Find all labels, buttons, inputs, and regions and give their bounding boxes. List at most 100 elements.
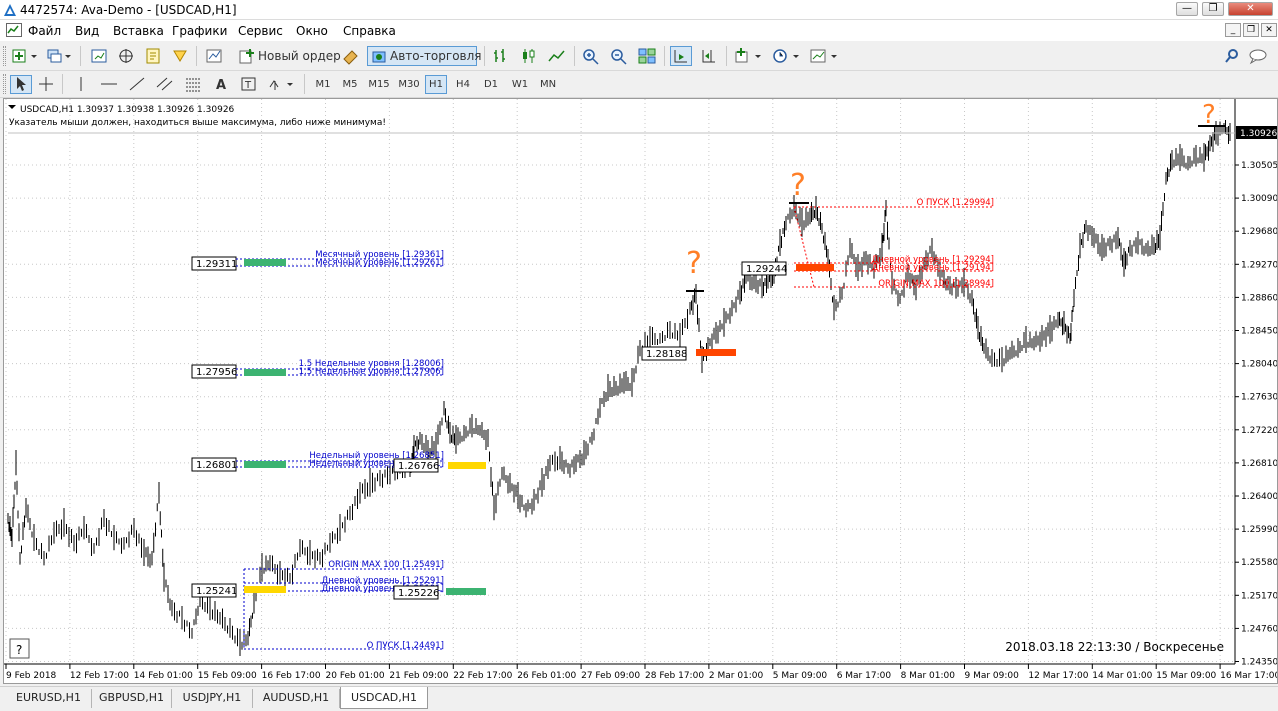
tab-usdjpy[interactable]: USDJPY,H1 bbox=[172, 689, 253, 708]
weekly-1-5-level: 1.27956 1.5 Недельные уровня [1.28006] 1… bbox=[191, 359, 444, 379]
equidistant-channel-icon[interactable] bbox=[154, 75, 176, 94]
tf-mn[interactable]: MN bbox=[535, 75, 561, 94]
tf-h1[interactable]: H1 bbox=[425, 75, 447, 94]
mdi-restore-button[interactable]: ❐ bbox=[1243, 23, 1259, 37]
level-price: 1.26766 bbox=[398, 461, 439, 472]
menu-window[interactable]: Окно bbox=[296, 24, 328, 38]
monthly-level: 1.29311 Месячный уровень [1.29361] Месяч… bbox=[191, 250, 444, 271]
tile-windows-icon[interactable] bbox=[636, 46, 658, 66]
green-zone-bar bbox=[244, 369, 286, 376]
chart-template-icon[interactable] bbox=[203, 46, 229, 66]
auto-trading-label: Авто-торговля bbox=[390, 49, 482, 63]
question-annotation: ? bbox=[1202, 100, 1216, 130]
tab-eurusd[interactable]: EURUSD,H1 bbox=[6, 689, 92, 708]
minimize-button[interactable]: — bbox=[1176, 2, 1198, 16]
tf-h4[interactable]: H4 bbox=[451, 75, 475, 94]
weekly-level: 1.26801 Недельный уровень [1.26851] Неде… bbox=[191, 451, 486, 473]
new-chart-icon[interactable] bbox=[10, 46, 40, 66]
terminal-icon[interactable] bbox=[142, 46, 164, 66]
profiles-icon[interactable] bbox=[44, 46, 74, 66]
help-button-label: ? bbox=[16, 643, 22, 657]
time-axis-label: 5 Mar 09:00 bbox=[773, 671, 828, 681]
standard-toolbar: Новый ордер Авто-торговля bbox=[0, 41, 1278, 71]
app-icon bbox=[4, 4, 16, 16]
price-axis-label: 1.30090 bbox=[1241, 194, 1277, 204]
tester-icon[interactable] bbox=[169, 46, 191, 66]
server-datetime: 2018.03.18 22:13:30 / Воскресенье bbox=[1005, 640, 1224, 654]
text-icon[interactable]: A bbox=[210, 75, 232, 94]
restore-button[interactable]: ❐ bbox=[1202, 2, 1224, 16]
menu-bar: Файл Вид Вставка Графики Сервис Окно Спр… bbox=[0, 20, 1278, 41]
new-order-button[interactable]: Новый ордер bbox=[235, 46, 341, 66]
menu-insert[interactable]: Вставка bbox=[113, 24, 164, 38]
menu-view[interactable]: Вид bbox=[75, 24, 99, 38]
time-axis-label: 28 Feb 17:00 bbox=[645, 671, 704, 681]
metaeditor-icon[interactable] bbox=[340, 46, 362, 66]
level-price: 1.26801 bbox=[196, 460, 237, 471]
mdi-minimize-button[interactable]: _ bbox=[1225, 23, 1241, 37]
time-axis-label: 14 Mar 01:00 bbox=[1092, 671, 1152, 681]
time-axis-label: 26 Feb 01:00 bbox=[517, 671, 576, 681]
tf-d1[interactable]: D1 bbox=[479, 75, 503, 94]
zoom-out-icon[interactable] bbox=[608, 46, 630, 66]
bar-chart-icon[interactable] bbox=[490, 46, 512, 66]
search-icon[interactable] bbox=[1222, 46, 1242, 66]
level-price: 1.29311 bbox=[196, 259, 237, 270]
price-axis-label: 1.24350 bbox=[1241, 658, 1277, 668]
level-label: ORIGIN MAX 100 [1.25491] bbox=[328, 560, 444, 570]
menu-charts[interactable]: Графики bbox=[172, 24, 227, 38]
chat-icon[interactable] bbox=[1247, 46, 1271, 66]
vertical-line-icon[interactable] bbox=[70, 75, 92, 94]
auto-scroll-icon[interactable] bbox=[670, 46, 692, 66]
tab-audusd[interactable]: AUDUSD,H1 bbox=[253, 689, 340, 708]
cursor-icon[interactable] bbox=[10, 75, 32, 94]
time-axis-label: 21 Feb 09:00 bbox=[389, 671, 448, 681]
candlestick-icon[interactable] bbox=[518, 46, 540, 66]
indicators-icon[interactable] bbox=[732, 46, 766, 66]
chart-shift-icon[interactable] bbox=[698, 46, 720, 66]
tf-w1[interactable]: W1 bbox=[507, 75, 533, 94]
toolbar-grip[interactable] bbox=[3, 46, 6, 66]
menu-help[interactable]: Справка bbox=[343, 24, 396, 38]
level-price: 1.27956 bbox=[196, 367, 237, 378]
mdi-close-button[interactable]: ✕ bbox=[1261, 23, 1277, 37]
tf-m1[interactable]: M1 bbox=[311, 75, 335, 94]
templates-icon[interactable] bbox=[808, 46, 842, 66]
price-axis-label: 1.26810 bbox=[1241, 459, 1277, 469]
tf-m15[interactable]: M15 bbox=[365, 75, 393, 94]
price-axis-label: 1.24760 bbox=[1241, 624, 1277, 634]
green-zone-bar bbox=[446, 588, 486, 595]
time-axis-label: 6 Mar 17:00 bbox=[837, 671, 892, 681]
crosshair-icon[interactable] bbox=[35, 75, 57, 94]
window-title: 4472574: Ava-Demo - [USDCAD,H1] bbox=[20, 3, 237, 17]
fibonacci-icon[interactable] bbox=[182, 75, 204, 94]
market-watch-icon[interactable] bbox=[88, 46, 110, 66]
line-chart-icon[interactable] bbox=[546, 46, 568, 66]
time-axis-label: 15 Feb 09:00 bbox=[198, 671, 257, 681]
zoom-in-icon[interactable] bbox=[580, 46, 602, 66]
menu-tools[interactable]: Сервис bbox=[238, 24, 283, 38]
auto-trading-button[interactable]: Авто-торговля bbox=[367, 46, 482, 66]
chart-window[interactable]: 1.30505 1.30090 1.29680 1.29270 1.28860 1.284… bbox=[3, 98, 1278, 684]
price-series bbox=[7, 120, 1231, 656]
menu-file[interactable]: Файл bbox=[28, 24, 61, 38]
yellow-zone-bar bbox=[448, 462, 486, 469]
time-axis-label: 14 Feb 01:00 bbox=[134, 671, 193, 681]
tab-usdcad[interactable]: USDCAD,H1 bbox=[340, 687, 428, 709]
toolbar-grip[interactable] bbox=[3, 74, 6, 94]
arrows-icon[interactable] bbox=[266, 75, 298, 94]
periods-icon[interactable] bbox=[770, 46, 804, 66]
price-axis-label: 1.26400 bbox=[1241, 492, 1277, 502]
chart-canvas[interactable]: 1.30505 1.30090 1.29680 1.29270 1.28860 1.284… bbox=[4, 99, 1277, 683]
question-annotation: ? bbox=[686, 246, 702, 281]
tf-m5[interactable]: M5 bbox=[338, 75, 362, 94]
tab-gbpusd[interactable]: GBPUSD,H1 bbox=[92, 689, 172, 708]
horizontal-line-icon[interactable] bbox=[98, 75, 120, 94]
text-label-icon[interactable]: T bbox=[238, 75, 260, 94]
tf-m30[interactable]: M30 bbox=[395, 75, 423, 94]
time-axis-label: 8 Mar 01:00 bbox=[901, 671, 956, 681]
collapse-arrow-icon[interactable] bbox=[8, 105, 16, 109]
trendline-icon[interactable] bbox=[126, 75, 148, 94]
navigator-icon[interactable] bbox=[115, 46, 137, 66]
close-button[interactable]: ✕ bbox=[1228, 2, 1273, 16]
